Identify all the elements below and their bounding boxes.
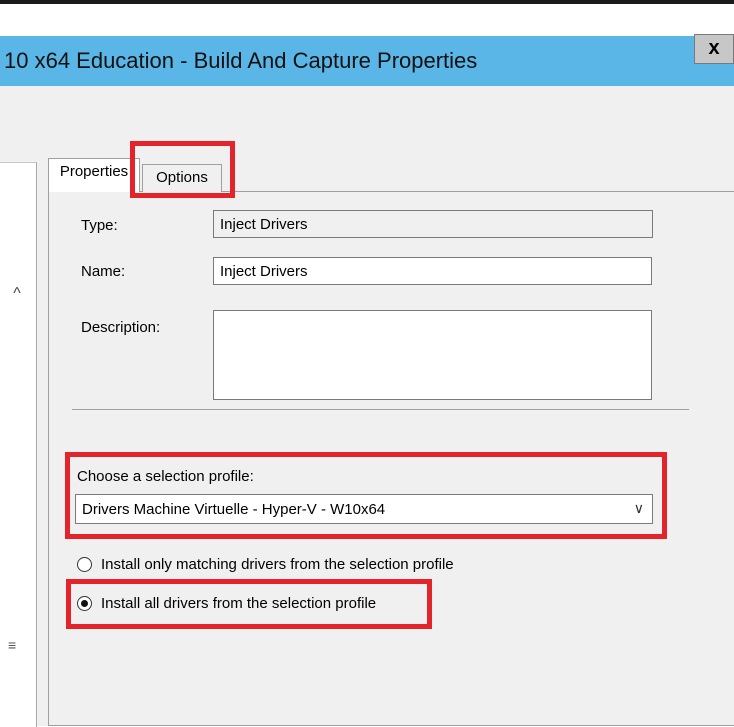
radio-install-matching[interactable]: Install only matching drivers from the s… xyxy=(77,556,454,578)
highlight-box-selection-profile xyxy=(65,452,667,539)
name-field[interactable]: Inject Drivers xyxy=(213,257,652,285)
description-label: Description: xyxy=(81,319,161,336)
separator xyxy=(72,409,689,410)
radio-install-matching-label: Install only matching drivers from the s… xyxy=(101,556,454,573)
type-label: Type: xyxy=(81,217,118,234)
window-title: 10 x64 Education - Build And Capture Pro… xyxy=(4,48,478,73)
tab-properties[interactable]: Properties xyxy=(48,158,140,192)
type-field: Inject Drivers xyxy=(213,210,653,238)
highlight-box-options xyxy=(130,141,235,198)
highlight-box-install-all xyxy=(66,579,432,629)
scroll-up-icon[interactable]: ^ xyxy=(3,285,31,307)
scroll-grip-icon[interactable]: ≡ xyxy=(8,637,16,653)
description-field[interactable] xyxy=(213,310,652,400)
radio-button-unchecked[interactable] xyxy=(77,557,92,572)
screen-top-edge xyxy=(0,0,734,4)
task-sequence-tree-panel[interactable]: ^ ≡ xyxy=(0,162,37,727)
close-button[interactable]: x xyxy=(694,34,734,64)
title-bar: 10 x64 Education - Build And Capture Pro… xyxy=(0,36,734,86)
name-label: Name: xyxy=(81,263,126,280)
